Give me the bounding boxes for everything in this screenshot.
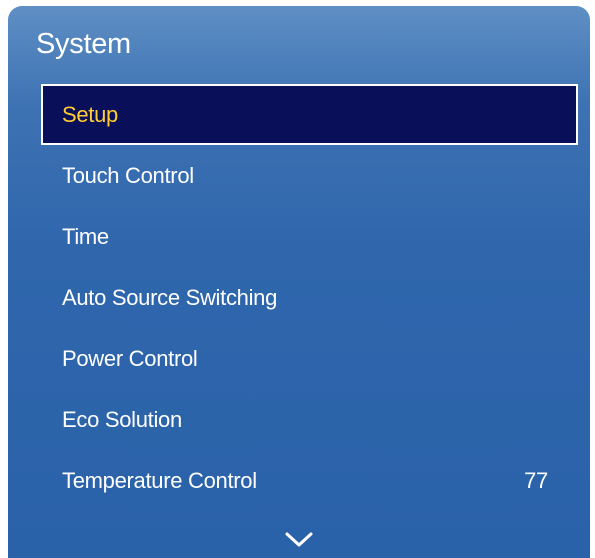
temperature-value: 77 bbox=[524, 468, 548, 493]
menu-item-auto-source-switching[interactable]: Auto Source Switching bbox=[8, 267, 590, 328]
menu-item-label: Touch Control bbox=[62, 163, 194, 188]
menu-item-label: Temperature Control bbox=[62, 468, 257, 493]
menu-item-setup[interactable]: Setup bbox=[41, 84, 578, 145]
panel-title: System bbox=[36, 28, 131, 60]
menu-list: Setup Touch Control Time Auto Source Swi… bbox=[8, 84, 590, 511]
menu-item-time[interactable]: Time bbox=[8, 206, 590, 267]
menu-item-label: Power Control bbox=[62, 346, 198, 371]
menu-item-eco-solution[interactable]: Eco Solution bbox=[8, 389, 590, 450]
menu-item-label: Eco Solution bbox=[62, 407, 182, 432]
menu-item-label: Setup bbox=[62, 102, 118, 127]
menu-item-temperature-control[interactable]: Temperature Control 77 bbox=[8, 450, 590, 511]
menu-item-touch-control[interactable]: Touch Control bbox=[8, 145, 590, 206]
menu-item-label: Time bbox=[62, 224, 109, 249]
menu-item-label: Auto Source Switching bbox=[62, 285, 278, 310]
chevron-down-icon[interactable] bbox=[284, 530, 314, 550]
system-menu-panel: System Setup Touch Control Time Auto Sou… bbox=[8, 6, 590, 558]
menu-item-power-control[interactable]: Power Control bbox=[8, 328, 590, 389]
